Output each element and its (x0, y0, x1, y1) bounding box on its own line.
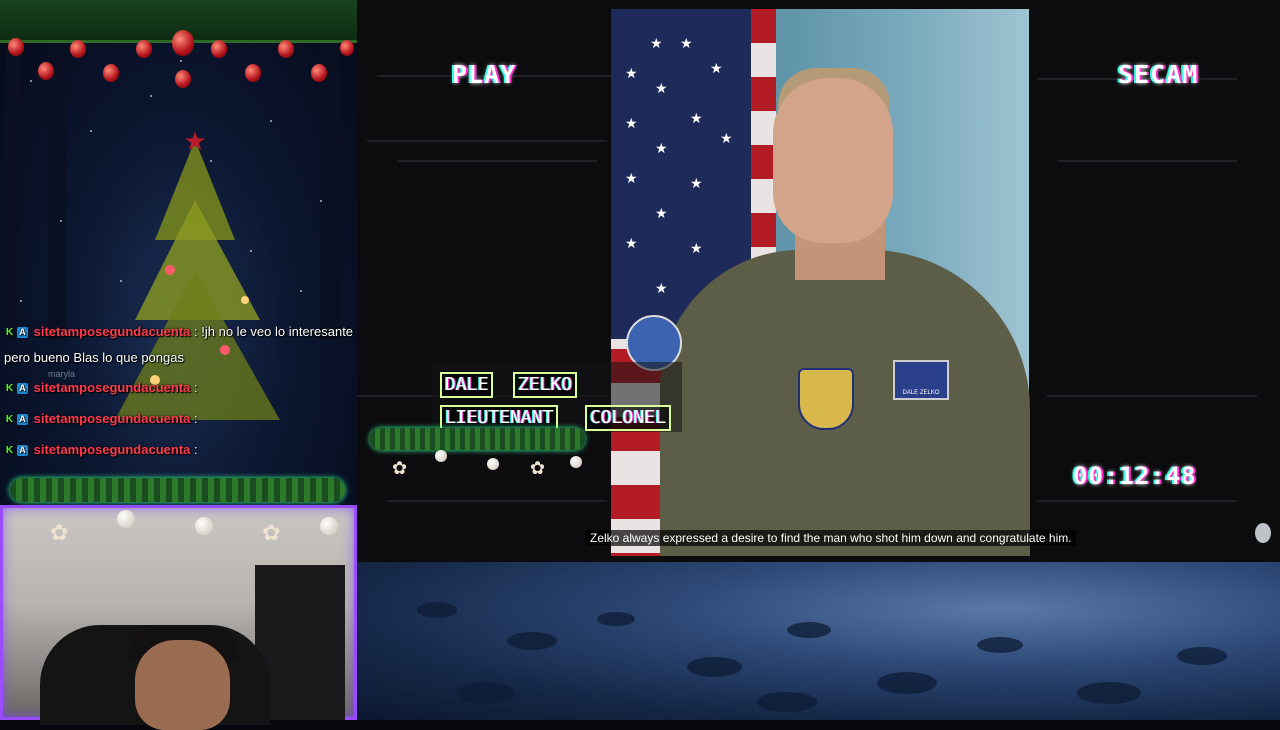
christmas-tree-image: ★ (115, 127, 280, 420)
command-patch (798, 368, 854, 430)
chat-username[interactable]: sitetamposegundacuenta (34, 411, 191, 426)
vhs-noise-line (397, 160, 597, 162)
angel-ornament-icon: ✿ (262, 520, 281, 545)
name-tag-first: DALE (440, 372, 494, 398)
ornament (117, 510, 135, 528)
chat-username[interactable]: sitetamposegundacuenta (34, 324, 191, 339)
ornament (487, 458, 499, 470)
chat-message: KA sitetamposegundacuenta : (4, 442, 198, 457)
record-indicator-icon[interactable] (1255, 523, 1271, 543)
forest-tree-trunk (320, 40, 340, 340)
angel-ornament-icon: ✿ (50, 520, 69, 545)
vhs-noise-line (1047, 395, 1257, 397)
chat-separator: : (194, 324, 198, 339)
name-patch: DALE ZELKO (893, 360, 949, 400)
bauble-ornament (8, 38, 24, 56)
ornament (570, 456, 582, 468)
chat-separator: : (194, 442, 198, 457)
ornament (320, 517, 338, 535)
svg-text:★: ★ (183, 127, 206, 157)
ornament (195, 517, 213, 535)
bauble-ornament (103, 64, 119, 82)
chat-message: KA sitetamposegundacuenta : (4, 380, 198, 395)
vhs-timecode: 00:12:48 (1073, 462, 1197, 490)
chat-message: KA sitetamposegundacuenta : (4, 411, 198, 426)
verified-badge-icon: A (17, 327, 28, 339)
rank-tag-2: COLONEL (585, 405, 671, 431)
bauble-ornament (136, 40, 152, 58)
bauble-ornament (70, 40, 86, 58)
bauble-ornament (172, 30, 194, 56)
bauble-ornament (278, 40, 294, 58)
bauble-ornament (311, 64, 327, 82)
kick-badge-icon: K (5, 383, 14, 395)
chat-separator: : (194, 411, 198, 426)
verified-badge-icon: A (17, 414, 28, 426)
snow-ground-background (357, 562, 1280, 720)
vhs-format-label: SECAM (1118, 60, 1199, 89)
chat-separator: : (194, 380, 198, 395)
chat-message-continuation: pero bueno Blas lo que pongas (4, 350, 184, 365)
ornament (435, 450, 447, 462)
angel-ornament-icon: ✿ (392, 458, 408, 478)
chat-username[interactable]: sitetamposegundacuenta (34, 380, 191, 395)
vhs-play-label: PLAY (452, 60, 517, 89)
bauble-ornament (175, 70, 191, 88)
forest-tree-trunk (48, 40, 66, 340)
bauble-ornament (340, 40, 354, 56)
chat-message: KA sitetamposegundacuenta : !jh no le ve… (4, 324, 353, 339)
chat-text: pero bueno Blas lo que pongas (4, 350, 184, 365)
light-garland (10, 478, 345, 502)
video-garland (370, 428, 585, 450)
vhs-noise-line (1037, 500, 1237, 502)
vhs-noise-line (367, 140, 607, 142)
forest-tree-trunk (5, 40, 19, 340)
vhs-noise-line (387, 500, 607, 502)
vhs-noise-line (1057, 160, 1237, 162)
verified-badge-icon: A (17, 445, 28, 457)
verified-badge-icon: A (17, 383, 28, 395)
bauble-ornament (245, 64, 261, 82)
bauble-ornament (211, 40, 227, 58)
name-tag-last: ZELKO (513, 372, 578, 398)
festive-background-panel: ★ KA sitetamposegundacuenta : !jh no le … (0, 0, 357, 505)
kick-badge-icon: K (5, 445, 14, 457)
kick-badge-icon: K (5, 327, 14, 339)
bauble-ornament (38, 62, 54, 80)
chat-username[interactable]: sitetamposegundacuenta (34, 442, 191, 457)
video-subtitle: Zelko always expressed a desire to find … (586, 530, 1076, 546)
chat-text: !jh no le veo lo interesante (201, 324, 354, 339)
angel-ornament-icon: ✿ (530, 458, 546, 478)
faint-chat-name: maryla (48, 369, 76, 379)
kick-badge-icon: K (5, 414, 14, 426)
officer-face (773, 78, 893, 243)
webcam-streamer-face (135, 640, 230, 730)
